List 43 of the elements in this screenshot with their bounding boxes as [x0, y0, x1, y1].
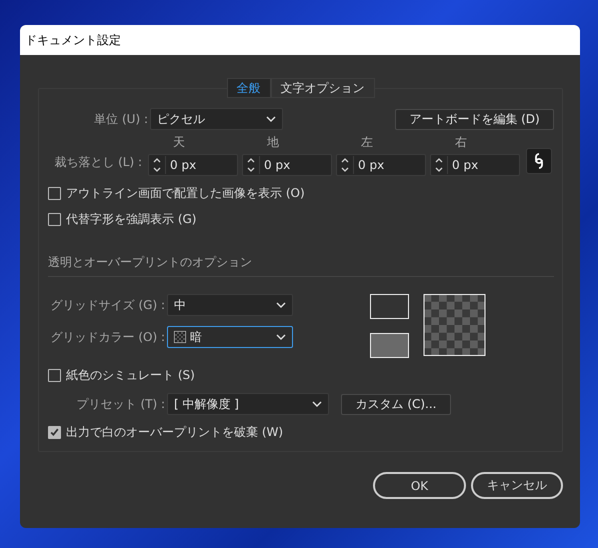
checkbox-label: 紙色のシミュレート (S) — [66, 367, 195, 384]
link-icon — [534, 153, 544, 169]
checkbox[interactable] — [48, 426, 61, 439]
edit-artboard-button[interactable]: アートボードを編集 (D) — [395, 108, 554, 130]
checkerboard-preview — [423, 294, 486, 356]
number-field[interactable]: 0 px — [336, 154, 426, 176]
side-label: 右 — [454, 134, 468, 151]
checker-swatch-icon — [174, 331, 186, 343]
preset-label: プリセット (T) : — [76, 396, 166, 412]
side-label: 天 — [172, 134, 186, 151]
chevron-icon — [276, 302, 286, 308]
bleed-label: 裁ち落とし (L) : — [53, 154, 143, 171]
side-label: 左 — [360, 134, 374, 151]
chevron-icon — [276, 334, 286, 340]
number-field[interactable]: 0 px — [430, 154, 520, 176]
unit-dropdown[interactable]: ピクセル — [150, 108, 283, 130]
number-field[interactable]: 0 px — [148, 154, 238, 176]
link-button[interactable] — [526, 148, 552, 174]
grid-size-dropdown[interactable]: 中 — [167, 294, 293, 316]
checkbox[interactable] — [48, 213, 61, 226]
ok-button[interactable]: OK — [373, 472, 466, 499]
checkbox[interactable] — [48, 369, 61, 382]
unit-label: 単位 (U) : — [93, 110, 149, 128]
chevron-icon — [312, 401, 322, 407]
checkbox-label: 出力で白のオーバープリントを破棄 (W) — [66, 424, 284, 441]
window-title: ドキュメント設定 — [20, 25, 580, 55]
checkbox-label: アウトライン画面で配置した画像を表示 (O) — [66, 185, 305, 202]
tab[interactable]: 文字オプション — [270, 78, 374, 98]
chevron-icon — [266, 116, 276, 122]
grid-size-label: グリッドサイズ (G) : — [50, 296, 166, 314]
swatch — [370, 294, 409, 319]
section-heading: 透明とオーバープリントのオプション — [48, 254, 253, 271]
side-label: 地 — [266, 134, 280, 151]
grid-color-dropdown[interactable]: 暗 — [167, 326, 293, 348]
preset-dropdown[interactable]: [ 中解像度 ] — [167, 393, 329, 415]
checkbox-label: 代替字形を強調表示 (G) — [66, 211, 196, 228]
swatch — [370, 333, 409, 358]
grid-color-label: グリッドカラー (O) : — [50, 328, 166, 346]
custom-button[interactable]: カスタム (C)... — [341, 394, 451, 414]
checkbox[interactable] — [48, 187, 61, 200]
number-field[interactable]: 0 px — [242, 154, 332, 176]
tab[interactable]: 全般 — [226, 78, 270, 98]
cancel-button[interactable]: キャンセル — [471, 472, 563, 499]
